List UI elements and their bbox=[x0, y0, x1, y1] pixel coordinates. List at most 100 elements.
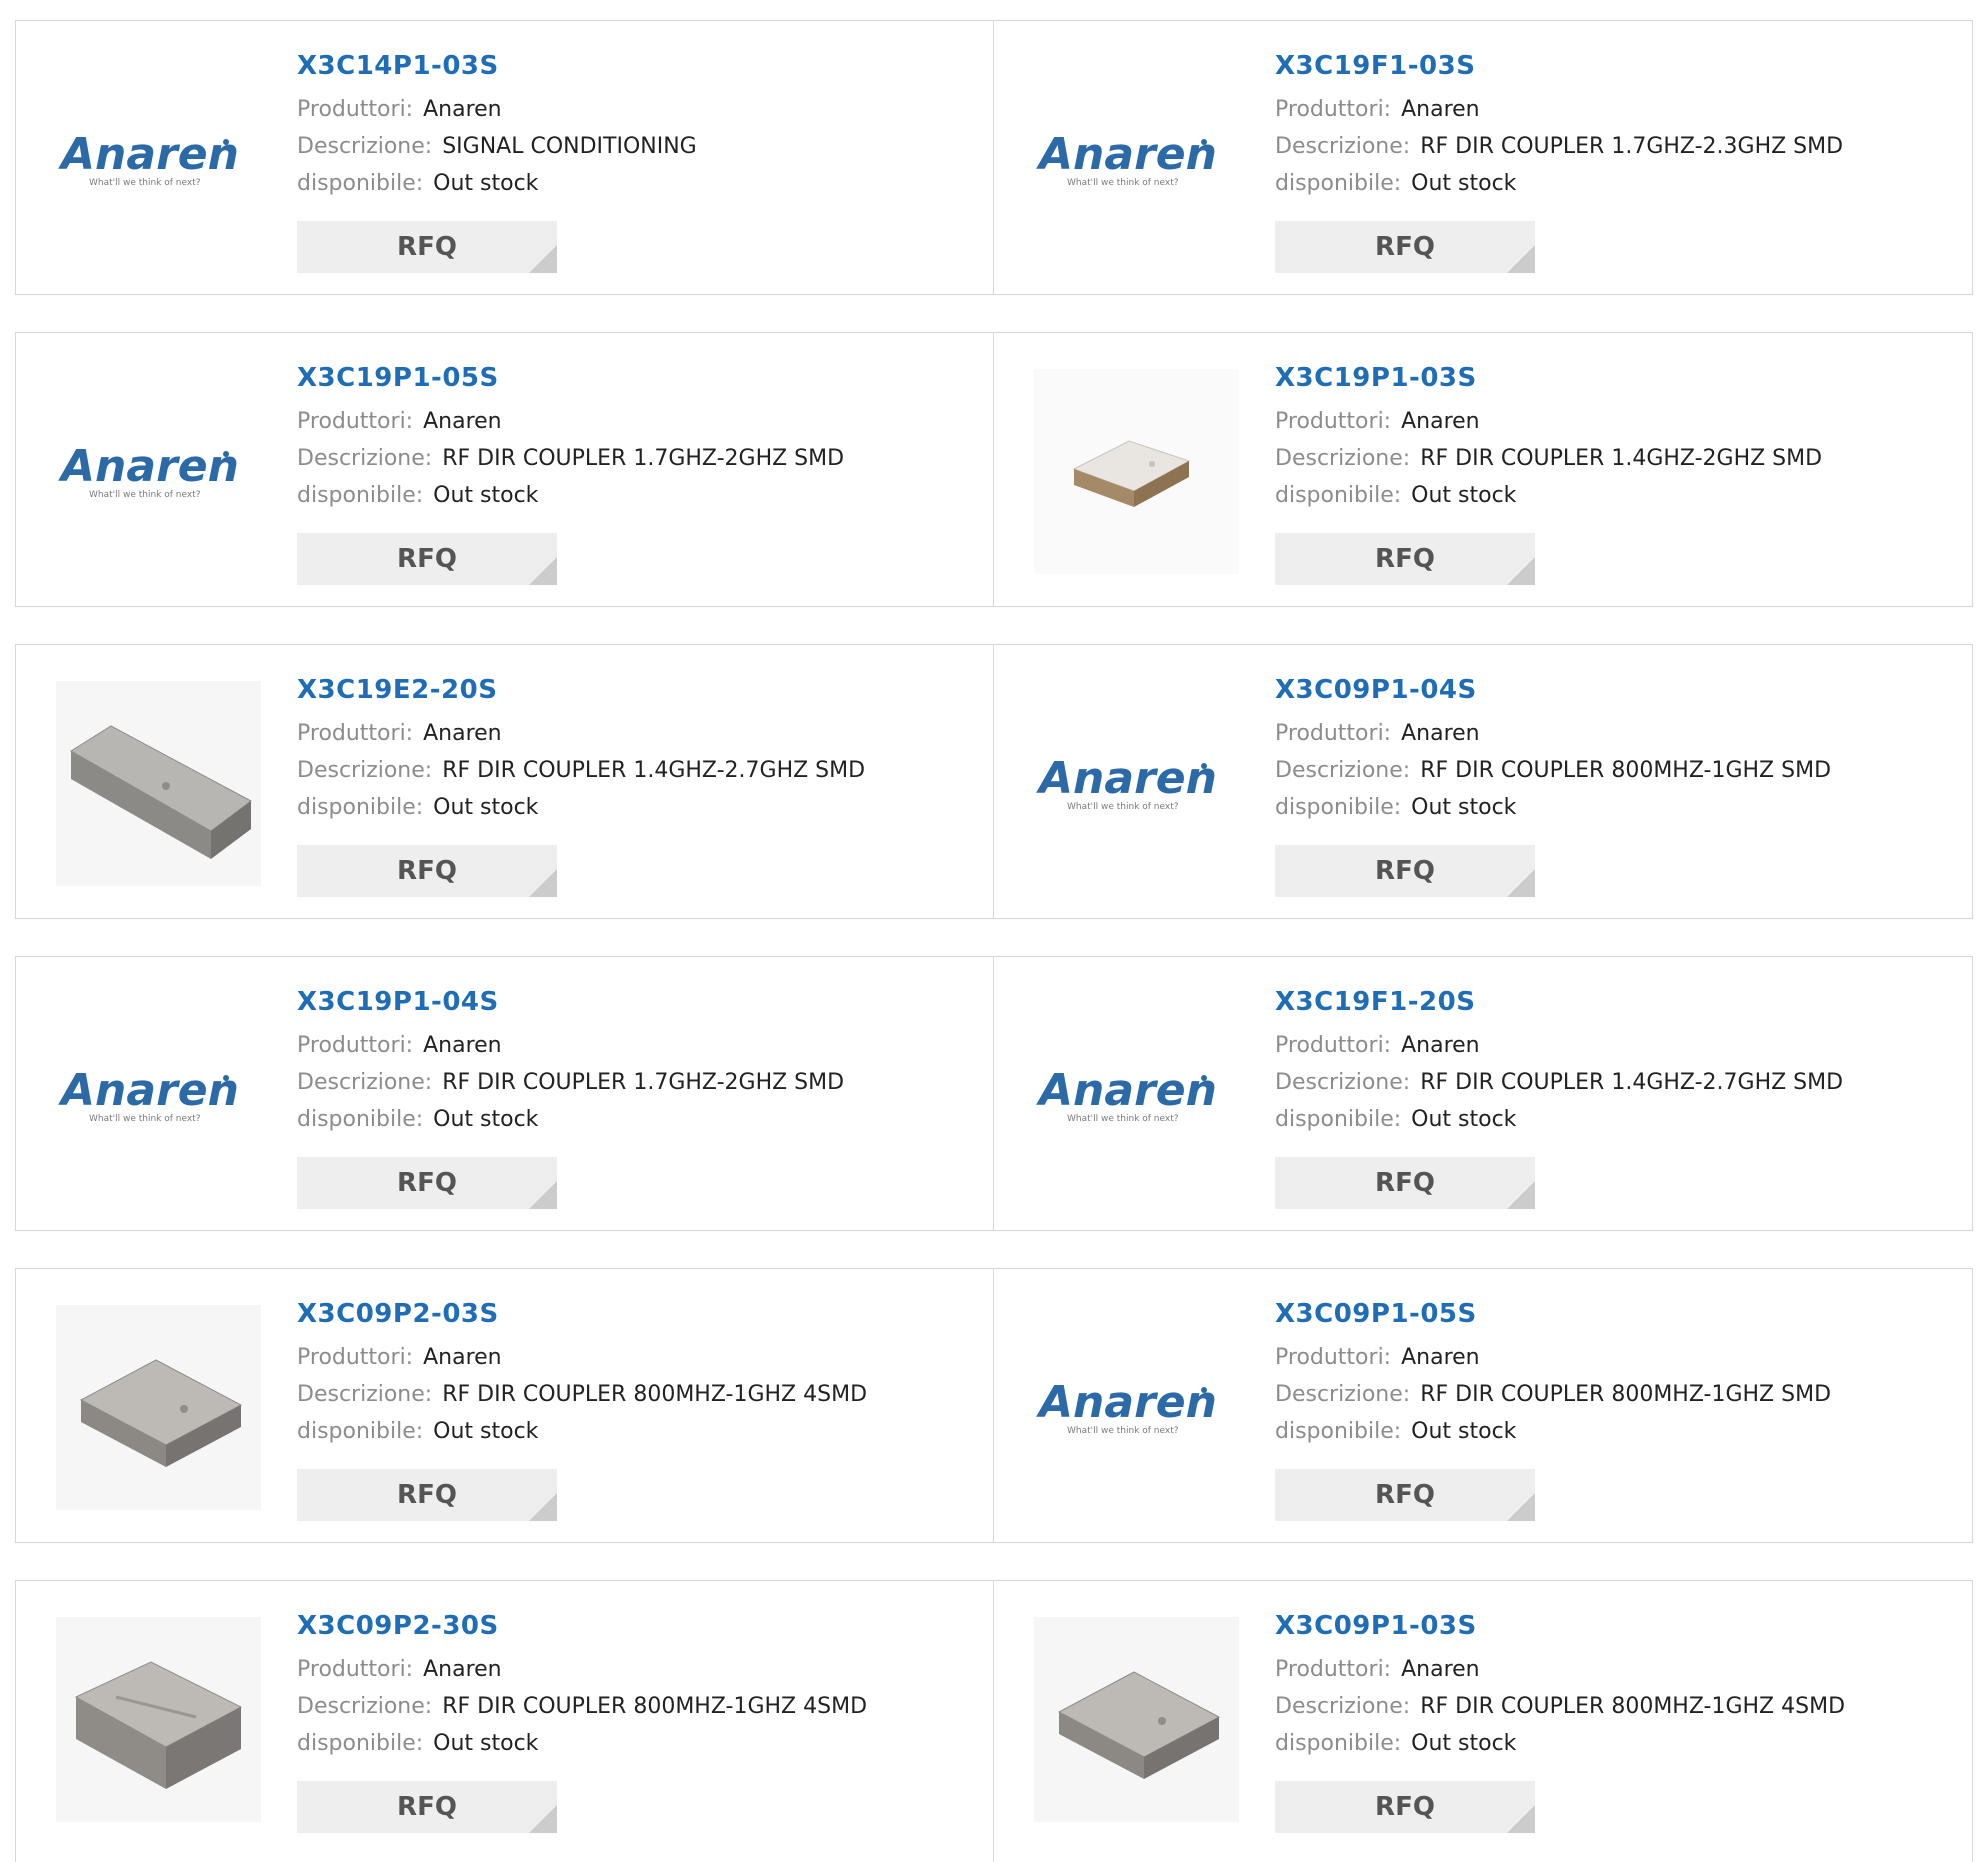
description-value: RF DIR COUPLER 1.7GHZ-2GHZ SMD bbox=[442, 1070, 845, 1095]
anaren-wordmark: Anaren bbox=[1036, 1065, 1217, 1116]
part-number-link[interactable]: X3C09P2-03S bbox=[297, 1299, 957, 1329]
product-card: X3C09P2-30S Produttori: Anaren Descrizione:… bbox=[15, 1580, 994, 1862]
manufacturer-label: Produttori: bbox=[1275, 1345, 1392, 1370]
description-row: Descrizione: RF DIR COUPLER 1.4GHZ-2.7GHZ… bbox=[1275, 1071, 1935, 1095]
manufacturer-logo: Anaren What'll we think of next? bbox=[56, 369, 261, 574]
part-number-link[interactable]: X3C19E2-20S bbox=[297, 675, 957, 705]
rfq-button[interactable]: RFQ bbox=[1275, 1781, 1535, 1833]
product-image[interactable] bbox=[1034, 369, 1239, 574]
corner-triangle-icon bbox=[1507, 869, 1535, 897]
manufacturer-label: Produttori: bbox=[297, 1657, 414, 1682]
part-number-link[interactable]: X3C09P1-04S bbox=[1275, 675, 1935, 705]
manufacturer-row: Produttori: Anaren bbox=[297, 1034, 957, 1058]
availability-label: disponibile: bbox=[1275, 1419, 1402, 1444]
rfq-label: RFQ bbox=[1375, 1480, 1435, 1510]
rfq-label: RFQ bbox=[397, 1168, 457, 1198]
description-value: RF DIR COUPLER 1.4GHZ-2.7GHZ SMD bbox=[442, 758, 866, 783]
corner-triangle-icon bbox=[1507, 1805, 1535, 1833]
product-card: X3C19P1-03S Produttori: Anaren Descrizione:… bbox=[994, 332, 1973, 607]
rfq-button[interactable]: RFQ bbox=[1275, 533, 1535, 585]
part-number-link[interactable]: X3C19P1-03S bbox=[1275, 363, 1935, 393]
description-value: SIGNAL CONDITIONING bbox=[442, 134, 697, 159]
description-value: RF DIR COUPLER 1.4GHZ-2.7GHZ SMD bbox=[1420, 1070, 1844, 1095]
description-label: Descrizione: bbox=[1275, 446, 1411, 471]
manufacturer-logo: Anaren What'll we think of next? bbox=[1034, 1305, 1239, 1510]
description-value: RF DIR COUPLER 800MHZ-1GHZ SMD bbox=[1420, 1382, 1832, 1407]
rfq-button[interactable]: RFQ bbox=[297, 1157, 557, 1209]
rfq-button[interactable]: RFQ bbox=[297, 1469, 557, 1521]
description-row: Descrizione: RF DIR COUPLER 800MHZ-1GHZ 4… bbox=[297, 1695, 957, 1719]
part-number-link[interactable]: X3C09P1-05S bbox=[1275, 1299, 1935, 1329]
part-number-link[interactable]: X3C19F1-20S bbox=[1275, 987, 1935, 1017]
product-info: X3C09P1-04S Produttori: Anaren Descrizione:… bbox=[1275, 675, 1935, 820]
availability-row: disponibile: Out stock bbox=[1275, 796, 1935, 820]
part-number-link[interactable]: X3C19P1-05S bbox=[297, 363, 957, 393]
availability-label: disponibile: bbox=[297, 1107, 424, 1132]
rfq-label: RFQ bbox=[397, 232, 457, 262]
anaren-tagline: What'll we think of next? bbox=[89, 1114, 201, 1124]
rfq-button[interactable]: RFQ bbox=[1275, 1469, 1535, 1521]
description-value: RF DIR COUPLER 1.7GHZ-2.3GHZ SMD bbox=[1420, 134, 1844, 159]
rfq-button[interactable]: RFQ bbox=[1275, 845, 1535, 897]
availability-value: Out stock bbox=[433, 483, 539, 508]
description-row: Descrizione: RF DIR COUPLER 1.7GHZ-2GHZ S… bbox=[297, 447, 957, 471]
availability-row: disponibile: Out stock bbox=[1275, 1108, 1935, 1132]
availability-row: disponibile: Out stock bbox=[1275, 484, 1935, 508]
availability-row: disponibile: Out stock bbox=[297, 1420, 957, 1444]
manufacturer-label: Produttori: bbox=[1275, 1033, 1392, 1058]
part-number-link[interactable]: X3C14P1-03S bbox=[297, 51, 957, 81]
part-number-link[interactable]: X3C09P2-30S bbox=[297, 1611, 957, 1641]
rfq-button[interactable]: RFQ bbox=[297, 221, 557, 273]
description-label: Descrizione: bbox=[1275, 1694, 1411, 1719]
rfq-button[interactable]: RFQ bbox=[1275, 221, 1535, 273]
availability-row: disponibile: Out stock bbox=[297, 1108, 957, 1132]
part-number-link[interactable]: X3C19P1-04S bbox=[297, 987, 957, 1017]
manufacturer-value: Anaren bbox=[423, 97, 502, 122]
availability-value: Out stock bbox=[433, 171, 539, 196]
product-image[interactable] bbox=[56, 1305, 261, 1510]
availability-value: Out stock bbox=[433, 1731, 539, 1756]
manufacturer-label: Produttori: bbox=[297, 97, 414, 122]
corner-triangle-icon bbox=[1507, 1493, 1535, 1521]
corner-triangle-icon bbox=[529, 1493, 557, 1521]
manufacturer-logo: Anaren What'll we think of next? bbox=[56, 993, 261, 1198]
product-image[interactable] bbox=[56, 1617, 261, 1822]
anaren-tagline: What'll we think of next? bbox=[1067, 1426, 1179, 1436]
manufacturer-value: Anaren bbox=[423, 1657, 502, 1682]
anaren-tagline: What'll we think of next? bbox=[1067, 178, 1179, 188]
rfq-button[interactable]: RFQ bbox=[297, 845, 557, 897]
manufacturer-label: Produttori: bbox=[297, 1345, 414, 1370]
product-info: X3C09P2-30S Produttori: Anaren Descrizione:… bbox=[297, 1611, 957, 1756]
rfq-label: RFQ bbox=[397, 856, 457, 886]
rfq-label: RFQ bbox=[1375, 1792, 1435, 1822]
part-number-link[interactable]: X3C09P1-03S bbox=[1275, 1611, 1935, 1641]
product-info: X3C19F1-03S Produttori: Anaren Descrizione:… bbox=[1275, 51, 1935, 196]
rfq-label: RFQ bbox=[1375, 856, 1435, 886]
product-card: Anaren What'll we think of next? X3C19F1-2… bbox=[994, 956, 1973, 1231]
anaren-tagline: What'll we think of next? bbox=[89, 490, 201, 500]
manufacturer-row: Produttori: Anaren bbox=[297, 1658, 957, 1682]
product-image[interactable] bbox=[56, 681, 261, 886]
description-label: Descrizione: bbox=[1275, 758, 1411, 783]
anaren-wordmark: Anaren bbox=[1036, 129, 1217, 180]
anaren-wordmark: Anaren bbox=[1036, 753, 1217, 804]
rfq-button[interactable]: RFQ bbox=[297, 533, 557, 585]
availability-row: disponibile: Out stock bbox=[1275, 1732, 1935, 1756]
rfq-button[interactable]: RFQ bbox=[1275, 1157, 1535, 1209]
rfq-button[interactable]: RFQ bbox=[297, 1781, 557, 1833]
product-card: Anaren What'll we think of next? X3C09P1-0… bbox=[994, 644, 1973, 919]
part-number-link[interactable]: X3C19F1-03S bbox=[1275, 51, 1935, 81]
rfq-label: RFQ bbox=[1375, 1168, 1435, 1198]
manufacturer-value: Anaren bbox=[423, 721, 502, 746]
description-row: Descrizione: RF DIR COUPLER 800MHZ-1GHZ 4… bbox=[1275, 1695, 1935, 1719]
manufacturer-label: Produttori: bbox=[297, 409, 414, 434]
manufacturer-value: Anaren bbox=[1401, 97, 1480, 122]
description-row: Descrizione: RF DIR COUPLER 1.7GHZ-2GHZ S… bbox=[297, 1071, 957, 1095]
availability-label: disponibile: bbox=[1275, 1107, 1402, 1132]
manufacturer-logo: Anaren What'll we think of next? bbox=[56, 57, 261, 262]
manufacturer-label: Produttori: bbox=[1275, 1657, 1392, 1682]
corner-triangle-icon bbox=[529, 245, 557, 273]
product-card: Anaren What'll we think of next? X3C19P1-0… bbox=[15, 332, 994, 607]
product-image[interactable] bbox=[1034, 1617, 1239, 1822]
product-info: X3C19E2-20S Produttori: Anaren Descrizione:… bbox=[297, 675, 957, 820]
